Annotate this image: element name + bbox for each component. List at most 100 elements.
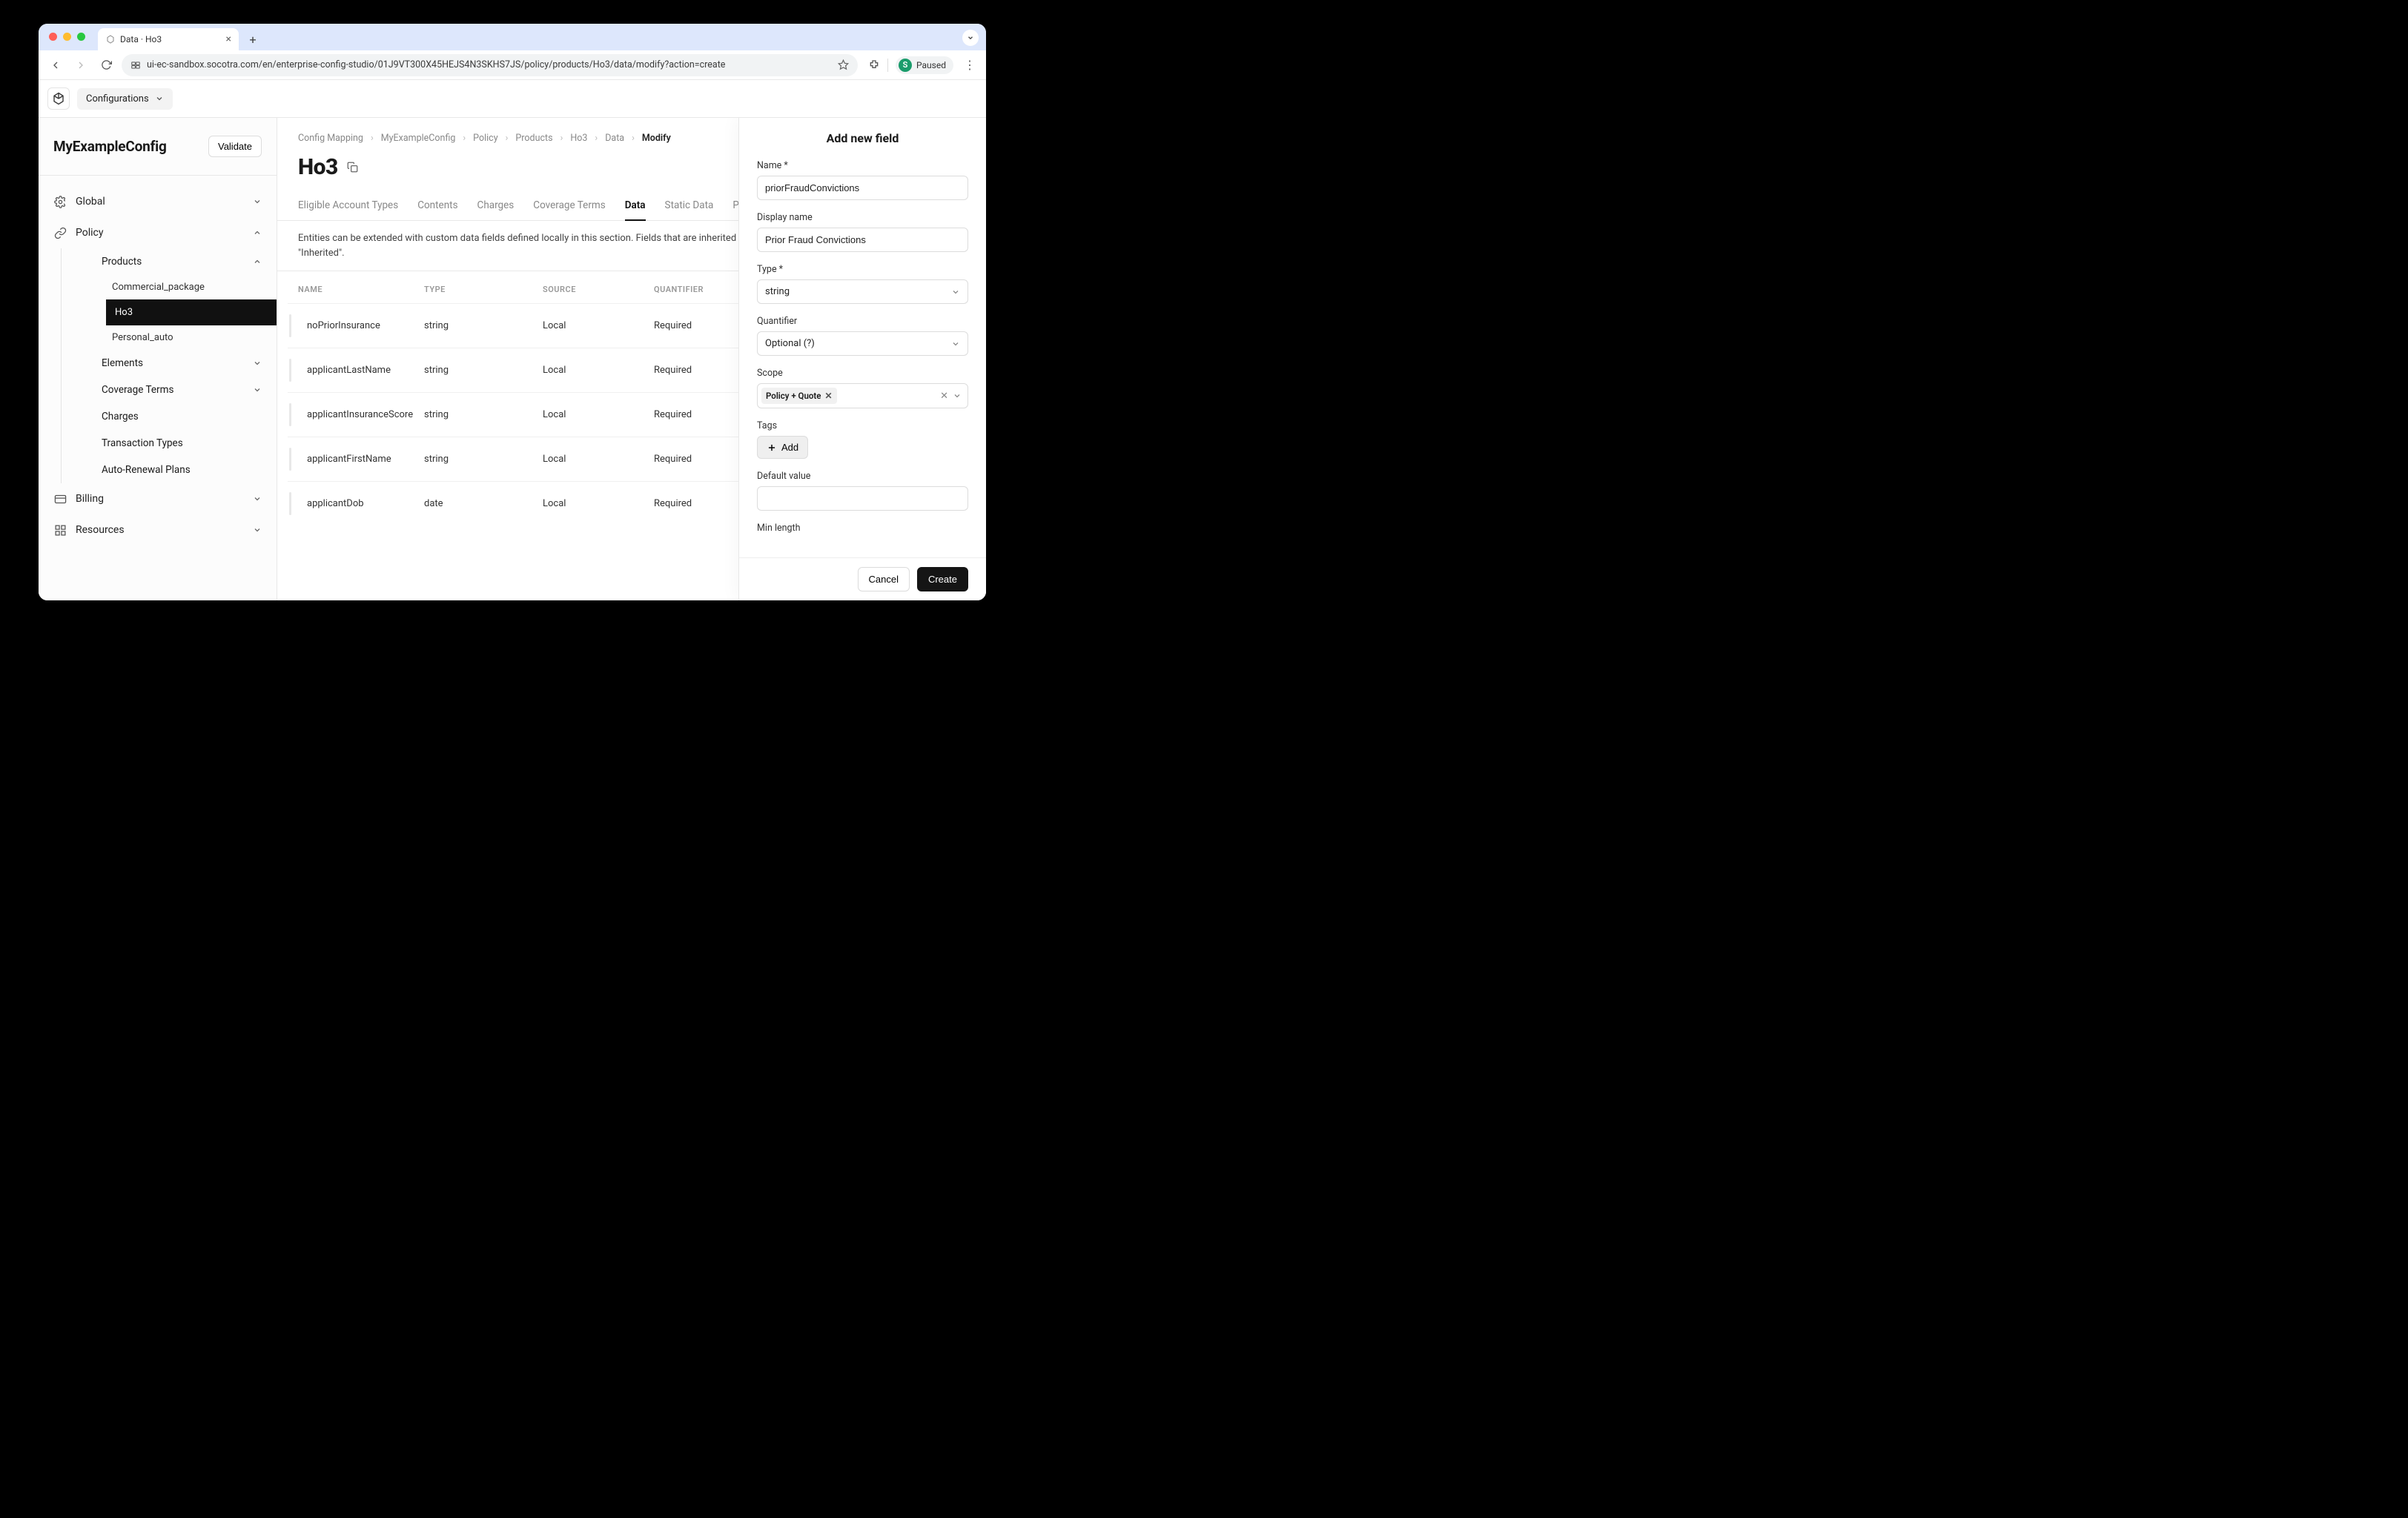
type-label: Type * xyxy=(757,264,968,275)
sidebar-item-products[interactable]: Products xyxy=(62,248,277,275)
cell-type: string xyxy=(424,365,543,376)
scope-select[interactable]: Policy + Quote ✕ ✕ xyxy=(757,383,968,408)
forward-button[interactable] xyxy=(71,56,90,75)
sidebar-item-billing[interactable]: Billing xyxy=(39,483,277,514)
cell-name: applicantDob xyxy=(298,498,424,509)
sidebar-item-elements[interactable]: Elements xyxy=(62,350,277,377)
validate-button[interactable]: Validate xyxy=(208,136,262,157)
bookmark-icon[interactable] xyxy=(838,59,849,70)
sidebar-item-policy[interactable]: Policy xyxy=(39,217,277,248)
name-input[interactable] xyxy=(757,176,968,200)
sidebar-label: Charges xyxy=(102,411,139,422)
page-title: Ho3 xyxy=(298,154,338,180)
app-logo[interactable] xyxy=(47,87,70,110)
cell-type: string xyxy=(424,409,543,420)
display-name-input[interactable] xyxy=(757,228,968,252)
sidebar-item-resources[interactable]: Resources xyxy=(39,514,277,546)
extensions-icon[interactable] xyxy=(868,59,880,71)
sidebar-label: Auto-Renewal Plans xyxy=(102,464,191,476)
browser-tab-strip: Data · Ho3 × + xyxy=(39,24,986,50)
tab-data[interactable]: Data xyxy=(625,193,646,220)
sidebar-item-personal[interactable]: Personal_auto xyxy=(62,325,277,350)
field-min-length: Min length xyxy=(757,523,968,534)
breadcrumb-item[interactable]: Products xyxy=(515,133,552,144)
sidebar-item-commercial[interactable]: Commercial_package xyxy=(62,275,277,299)
breadcrumb-item[interactable]: Data xyxy=(605,133,624,144)
profile-chip[interactable]: S Paused xyxy=(896,56,953,74)
chevron-down-icon xyxy=(951,339,960,348)
browser-menu-icon[interactable]: ⋮ xyxy=(961,58,979,72)
configurations-dropdown[interactable]: Configurations xyxy=(77,88,173,110)
sidebar-label: Global xyxy=(76,196,105,208)
tags-label: Tags xyxy=(757,420,968,431)
address-bar[interactable]: ui-ec-sandbox.socotra.com/en/enterprise-… xyxy=(122,54,858,76)
tab-coverage-terms[interactable]: Coverage Terms xyxy=(533,193,605,220)
maximize-window-icon[interactable] xyxy=(77,33,85,41)
cell-source: Local xyxy=(543,409,654,420)
default-value-input[interactable] xyxy=(757,486,968,511)
reload-button[interactable] xyxy=(96,56,116,75)
cell-name: applicantFirstName xyxy=(298,454,424,465)
scope-chip-label: Policy + Quote xyxy=(766,391,821,401)
chevron-down-icon xyxy=(253,359,262,368)
breadcrumb-item[interactable]: Policy xyxy=(473,133,497,144)
breadcrumb-item[interactable]: Ho3 xyxy=(570,133,587,144)
col-type: TYPE xyxy=(424,285,543,294)
tab-list-dropdown[interactable] xyxy=(962,30,979,46)
add-tag-button[interactable]: Add xyxy=(757,436,808,459)
sidebar-item-coverage-terms[interactable]: Coverage Terms xyxy=(62,377,277,403)
back-button[interactable] xyxy=(46,56,65,75)
tab-contents[interactable]: Contents xyxy=(417,193,457,220)
close-tab-icon[interactable]: × xyxy=(226,33,231,45)
card-icon xyxy=(53,492,67,506)
sidebar-item-ho3[interactable]: Ho3 xyxy=(106,299,277,325)
chevron-down-icon xyxy=(253,526,262,534)
breadcrumb-item[interactable]: MyExampleConfig xyxy=(381,133,456,144)
cell-source: Local xyxy=(543,454,654,465)
tab-charges[interactable]: Charges xyxy=(477,193,515,220)
new-tab-button[interactable]: + xyxy=(243,30,262,49)
quantifier-select[interactable]: Optional (?) xyxy=(757,331,968,356)
chevron-up-icon xyxy=(253,257,262,266)
copy-icon[interactable] xyxy=(347,162,358,173)
app-body: MyExampleConfig Validate Global xyxy=(39,118,986,600)
cell-source: Local xyxy=(543,498,654,509)
breadcrumb-item[interactable]: Config Mapping xyxy=(298,133,363,144)
profile-avatar: S xyxy=(899,59,912,72)
scope-chip: Policy + Quote ✕ xyxy=(761,388,837,404)
col-name: NAME xyxy=(298,285,424,294)
sidebar-nav: Global Policy Products xyxy=(39,176,277,556)
remove-chip-icon[interactable]: ✕ xyxy=(824,391,832,401)
clear-scope-icon[interactable]: ✕ xyxy=(940,391,948,402)
type-value: string xyxy=(765,286,790,297)
chevron-down-icon xyxy=(953,391,962,400)
tab-eligible-account-types[interactable]: Eligible Account Types xyxy=(298,193,398,220)
field-display-name: Display name xyxy=(757,212,968,252)
minimize-window-icon[interactable] xyxy=(63,33,71,41)
url-text: ui-ec-sandbox.socotra.com/en/enterprise-… xyxy=(147,59,725,70)
field-name: Name * xyxy=(757,160,968,200)
sidebar-item-charges[interactable]: Charges xyxy=(62,403,277,430)
type-select[interactable]: string xyxy=(757,279,968,304)
chevron-down-icon xyxy=(253,385,262,394)
add-label: Add xyxy=(781,442,798,453)
close-window-icon[interactable] xyxy=(49,33,57,41)
chevron-down-icon xyxy=(155,94,164,103)
field-type: Type * string xyxy=(757,264,968,304)
site-settings-icon[interactable] xyxy=(130,60,141,70)
create-button[interactable]: Create xyxy=(917,567,968,591)
panel-footer: Cancel Create xyxy=(739,557,986,600)
chevron-up-icon xyxy=(253,228,262,237)
configurations-label: Configurations xyxy=(86,93,149,105)
sidebar-item-auto-renewal[interactable]: Auto-Renewal Plans xyxy=(62,457,277,483)
sidebar-item-transaction-types[interactable]: Transaction Types xyxy=(62,430,277,457)
cancel-button[interactable]: Cancel xyxy=(858,567,910,591)
cell-name: applicantLastName xyxy=(298,365,424,376)
gear-icon xyxy=(53,195,67,208)
cell-source: Local xyxy=(543,320,654,331)
sidebar-item-global[interactable]: Global xyxy=(39,186,277,217)
browser-tab[interactable]: Data · Ho3 × xyxy=(98,28,239,50)
default-value-label: Default value xyxy=(757,471,968,482)
name-label: Name * xyxy=(757,160,968,171)
tab-static-data[interactable]: Static Data xyxy=(665,193,714,220)
